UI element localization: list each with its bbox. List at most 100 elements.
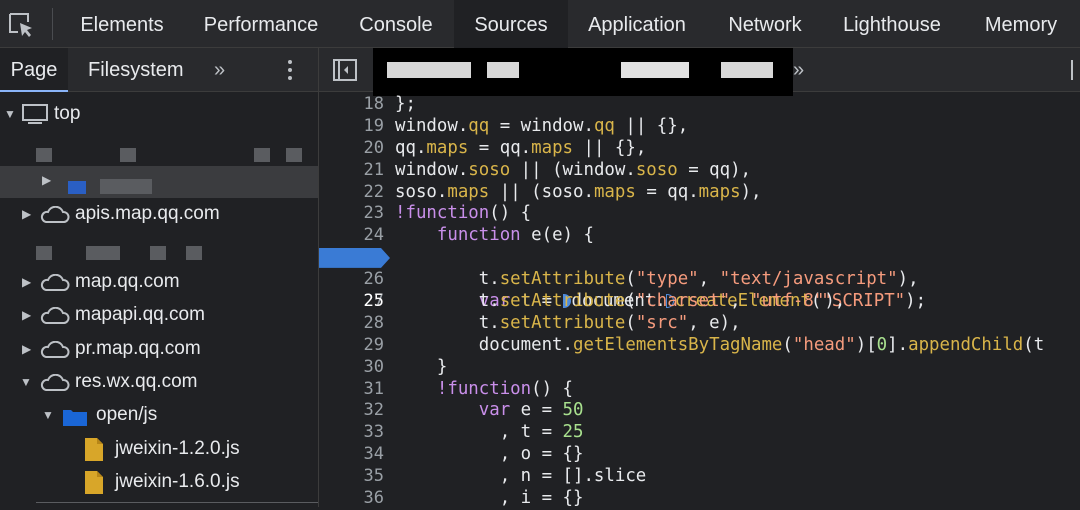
line-number[interactable]: 29	[319, 335, 384, 357]
line-number[interactable]: 26	[319, 269, 384, 291]
line-number[interactable]: 28	[319, 313, 384, 335]
tree-item-top[interactable]: ▼ top	[0, 98, 318, 130]
code-line: 27 t.setAttribute("charset", "utf-8"),	[319, 291, 1080, 313]
tree-item-label: jweixin-1.6.0.js	[115, 471, 240, 492]
line-number[interactable]: 20	[319, 138, 384, 160]
js-file-icon	[85, 471, 103, 494]
code-line: 23 !function() {	[319, 203, 1080, 225]
code-line-breakpoint: 25 var t = document. createElement("SCRIP…	[319, 247, 1080, 311]
tab-memory[interactable]: Memory	[972, 0, 1070, 48]
tree-item-label: res.wx.qq.com	[75, 371, 198, 392]
code-text: qq.maps = qq.maps || {},	[395, 137, 647, 158]
line-number[interactable]: 30	[319, 357, 384, 379]
redacted-block	[721, 62, 773, 78]
code-text: !function() {	[395, 203, 532, 224]
tab-lighthouse[interactable]: Lighthouse	[830, 0, 954, 48]
redacted-block	[36, 148, 52, 162]
tab-network[interactable]: Network	[716, 0, 814, 48]
tab-elements[interactable]: Elements	[62, 0, 182, 48]
code-text: window.qq = window.qq || {},	[395, 115, 689, 136]
code-text: t.setAttribute("src", e),	[395, 312, 741, 333]
line-number[interactable]: 32	[319, 400, 384, 422]
tree-item-folder[interactable]: ▼ open/js	[0, 399, 318, 431]
tree-item-domain[interactable]: ▶ apis.map.qq.com	[0, 198, 318, 230]
tree-item-file[interactable]: jweixin-1.6.0.js	[0, 466, 318, 498]
redacted-block	[120, 148, 136, 162]
expand-arrow-icon[interactable]: ▼	[4, 98, 16, 130]
devtools-tab-bar: Elements Performance Console Sources App…	[0, 0, 1080, 48]
line-number[interactable]: 22	[319, 182, 384, 204]
expand-arrow-icon[interactable]: ▶	[22, 266, 31, 298]
tree-item-domain[interactable]: ▶ mapapi.qq.com	[0, 299, 318, 331]
redacted-block	[487, 62, 519, 78]
expand-arrow-icon[interactable]: ▶	[22, 198, 31, 230]
line-number[interactable]: 31	[319, 379, 384, 401]
js-file-icon	[85, 438, 103, 461]
toggle-navigator-icon[interactable]	[333, 59, 357, 81]
navigator-tab-bar: Page Filesystem »	[0, 48, 318, 92]
more-editor-tabs-button[interactable]: »	[793, 48, 804, 92]
breakpoint-marker-icon[interactable]	[319, 247, 391, 269]
redacted-block	[86, 246, 120, 260]
code-line: 20 qq.maps = qq.maps || {},	[319, 138, 1080, 160]
code-text: };	[395, 94, 416, 114]
tab-filesystem[interactable]: Filesystem	[88, 48, 184, 92]
tab-console[interactable]: Console	[344, 0, 448, 48]
cloud-icon	[40, 341, 70, 358]
folder-icon	[68, 181, 86, 194]
active-tab-indicator	[0, 90, 68, 92]
code-line: 26 t.setAttribute("type", "text/javascri…	[319, 269, 1080, 291]
code-line: 31 !function() {	[319, 379, 1080, 401]
tree-item-domain[interactable]: ▶ pr.map.qq.com	[0, 333, 318, 365]
code-editor: » 18}; 19 window.qq = window.qq || {}, 20…	[319, 48, 1080, 510]
editor-tab-bar: »	[319, 48, 1080, 96]
redacted-file-tabs	[373, 48, 793, 96]
toolbar-divider	[52, 8, 53, 40]
line-number[interactable]: 21	[319, 160, 384, 182]
code-line: 32 var e = 50	[319, 400, 1080, 422]
line-number[interactable]: 19	[319, 116, 384, 138]
line-number[interactable]: 33	[319, 422, 384, 444]
redacted-block	[100, 179, 152, 194]
code-line: 22 soso.maps || (soso.maps = qq.maps),	[319, 182, 1080, 204]
tab-application[interactable]: Application	[576, 0, 698, 48]
code-lines[interactable]: 18}; 19 window.qq = window.qq || {}, 20 qq…	[319, 94, 1080, 510]
code-line: 30 }	[319, 357, 1080, 379]
toggle-debugger-icon[interactable]	[1071, 60, 1080, 80]
code-text: function e(e) {	[436, 225, 594, 246]
line-number[interactable]: 25	[319, 291, 384, 313]
code-line: 35 , n = [].slice	[319, 466, 1080, 488]
code-text: var e = 50	[478, 400, 584, 421]
code-text: , n = [].slice	[395, 466, 647, 487]
line-number[interactable]: 24	[319, 225, 384, 247]
redacted-block	[254, 148, 270, 162]
code-line: 33 , t = 25	[319, 422, 1080, 444]
tab-performance[interactable]: Performance	[190, 0, 332, 48]
expand-arrow-icon[interactable]: ▶	[22, 299, 31, 331]
line-number[interactable]: 34	[319, 444, 384, 466]
cloud-icon	[40, 274, 70, 291]
tree-item-label: apis.map.qq.com	[75, 203, 220, 224]
collapse-arrow-icon[interactable]: ▼	[42, 399, 54, 431]
line-number[interactable]: 23	[319, 203, 384, 225]
line-number[interactable]: 18	[319, 94, 384, 116]
tree-item-label: open/js	[96, 404, 158, 425]
expand-arrow-icon[interactable]: ▶	[42, 173, 51, 187]
tree-item-domain[interactable]: ▶ map.qq.com	[0, 266, 318, 298]
collapse-arrow-icon[interactable]: ▼	[20, 366, 32, 398]
kebab-menu-icon[interactable]	[286, 58, 294, 82]
tab-page[interactable]: Page	[0, 48, 68, 92]
line-number[interactable]: 35	[319, 466, 384, 488]
inspect-element-icon[interactable]	[8, 12, 36, 38]
code-line: 28 t.setAttribute("src", e),	[319, 313, 1080, 335]
expand-arrow-icon[interactable]: ▶	[22, 333, 31, 365]
tree-item-label: map.qq.com	[75, 271, 180, 292]
tree-item-domain[interactable]: ▼ res.wx.qq.com	[0, 366, 318, 398]
more-tabs-button[interactable]: »	[214, 48, 225, 92]
tree-item-file[interactable]: jweixin-1.2.0.js	[0, 433, 318, 465]
code-text: !function() {	[436, 378, 574, 399]
code-line: 21 window.soso || (window.soso = qq),	[319, 160, 1080, 182]
redacted-block	[387, 62, 471, 78]
tab-sources[interactable]: Sources	[454, 0, 568, 48]
tree-item-partial	[36, 502, 318, 508]
